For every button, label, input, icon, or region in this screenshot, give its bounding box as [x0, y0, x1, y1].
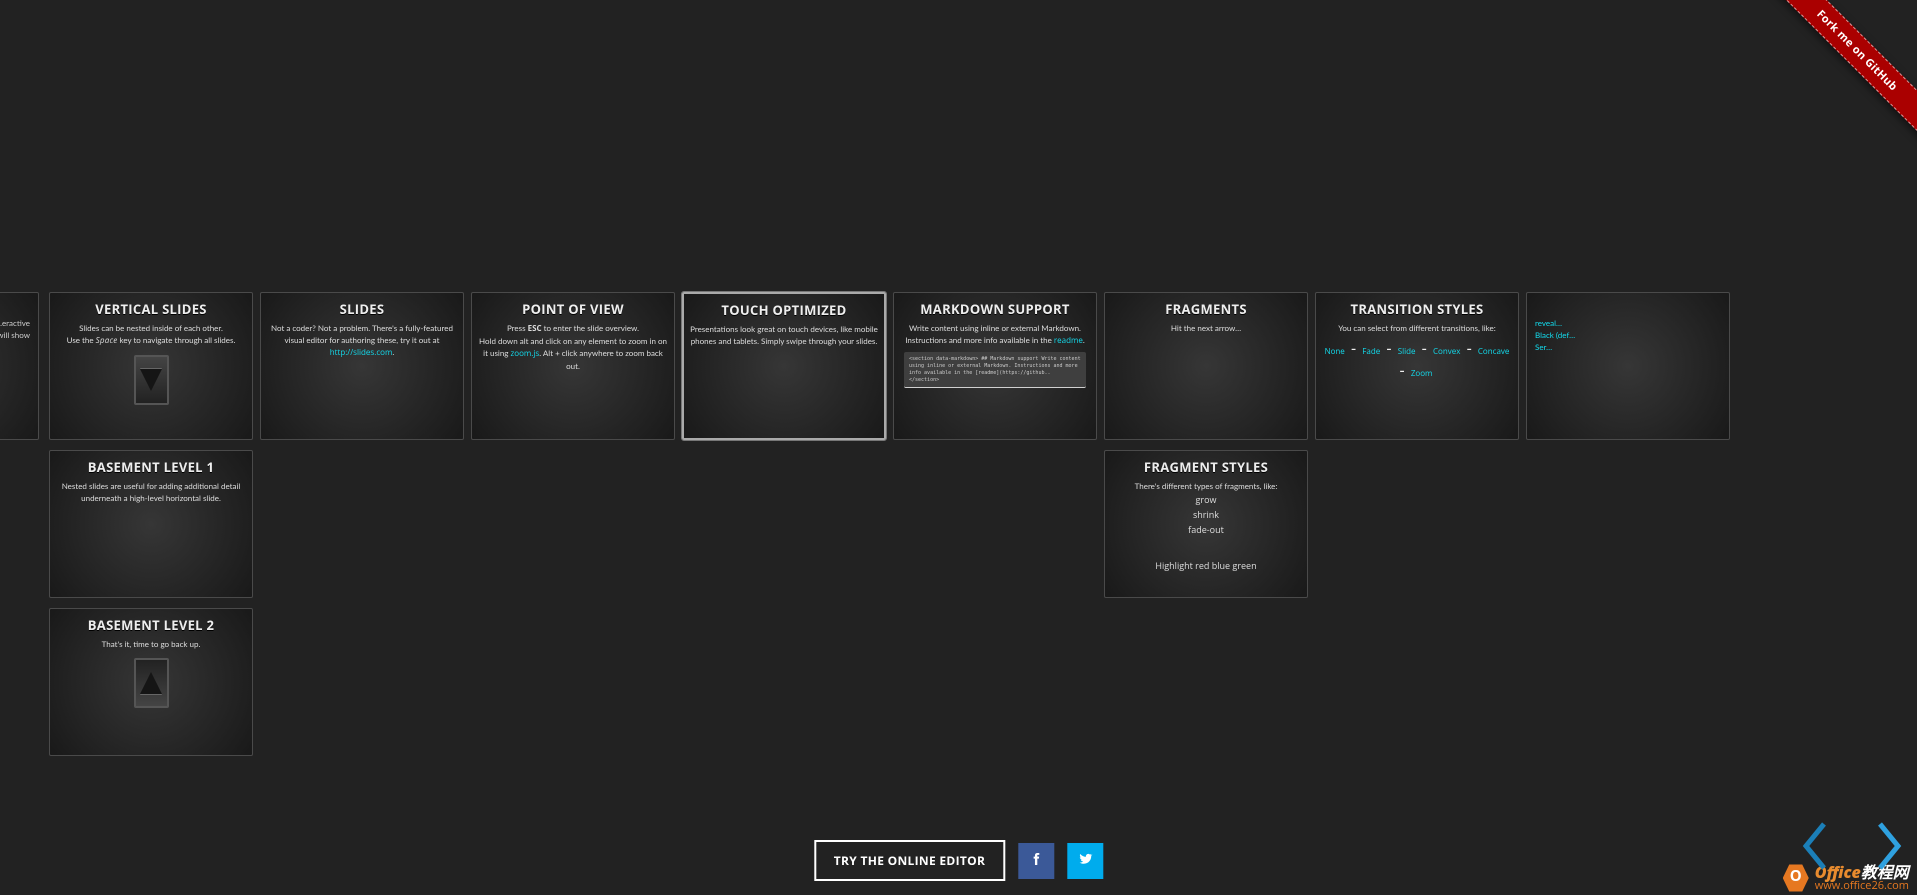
twitter-icon	[1077, 850, 1093, 872]
fragment-item: shrink	[1111, 507, 1301, 522]
slide-text: Nested slides are useful for adding addi…	[56, 480, 246, 504]
fragment-highlight: Highlight red blue green	[1111, 559, 1301, 572]
chevron-left-icon	[1798, 820, 1832, 877]
transition-option-link[interactable]: Concave	[1478, 346, 1510, 357]
nav-left-button[interactable]	[1795, 821, 1835, 875]
slide-text: Not a coder? Not a problem. There's a fu…	[267, 322, 457, 359]
twitter-share-button[interactable]	[1067, 843, 1103, 879]
facebook-share-button[interactable]	[1018, 843, 1054, 879]
slide-text: There's different types of fragments, li…	[1111, 480, 1301, 492]
slide-thumbnail[interactable]: TOUCH OPTIMIZED Presentations look great …	[682, 292, 886, 440]
slide-title: FRAGMENT STYLES	[1111, 458, 1301, 476]
fragment-item: fade-out	[1111, 522, 1301, 537]
slide-thumbnail[interactable]: SLIDES Not a coder? Not a problem. There'…	[260, 292, 464, 440]
watermark-url: www.office26.com	[1815, 880, 1909, 892]
slide-title: POINT OF VIEW	[478, 300, 668, 318]
slide-text: Write content using inline or external M…	[900, 322, 1090, 347]
slide-text: You can select from different transition…	[1322, 322, 1512, 334]
transition-option-link[interactable]: None	[1325, 346, 1345, 357]
slide-text: …will show	[0, 329, 30, 341]
transition-option-link[interactable]: Fade	[1362, 346, 1380, 357]
try-editor-button[interactable]: TRY THE ONLINE EDITOR	[814, 840, 1005, 881]
slide-text: Presentations look great on touch device…	[690, 323, 878, 347]
slide-thumbnail[interactable]: VERTICAL SLIDES Slides can be nested insi…	[49, 292, 253, 440]
slide-thumbnail[interactable]: BASEMENT LEVEL 2 That's it, time to go ba…	[49, 608, 253, 756]
slide-title: MARKDOWN SUPPORT	[900, 300, 1090, 318]
github-ribbon-label: Fork me on GitHub	[1765, 0, 1917, 142]
slide-thumbnail[interactable]: MARKDOWN SUPPORT Write content using inli…	[893, 292, 1097, 440]
nav-right-button[interactable]	[1869, 821, 1909, 875]
slide-text: reveal…	[1535, 317, 1721, 329]
slide-thumbnail[interactable]: …eractive…will show	[0, 292, 39, 440]
github-ribbon[interactable]: Fork me on GitHub	[1757, 0, 1917, 160]
slide-thumbnail[interactable]: FRAGMENTS Hit the next arrow…	[1104, 292, 1308, 440]
fragment-item: grow	[1111, 492, 1301, 507]
chevron-right-icon	[1872, 820, 1906, 877]
slide-title: TRANSITION STYLES	[1322, 300, 1512, 318]
slide-text: That's it, time to go back up.	[56, 638, 246, 650]
arrow-up-icon[interactable]	[134, 658, 169, 708]
facebook-icon	[1028, 850, 1044, 872]
transition-option-link[interactable]: Convex	[1433, 346, 1460, 357]
slide-text: Ser…	[1535, 341, 1721, 353]
slide-text: Hit the next arrow…	[1111, 322, 1301, 334]
code-block: <section data-markdown> ## Markdown supp…	[904, 352, 1086, 388]
slide-title: FRAGMENTS	[1111, 300, 1301, 318]
slide-text: Black (def…	[1535, 329, 1721, 341]
transition-option-link[interactable]: Slide	[1398, 346, 1416, 357]
slide-title: BASEMENT LEVEL 2	[56, 616, 246, 634]
slide-thumbnail[interactable]: reveal…Black (def…Ser…	[1526, 292, 1730, 440]
slide-title: VERTICAL SLIDES	[56, 300, 246, 318]
slide-title: SLIDES	[267, 300, 457, 318]
slide-thumbnail[interactable]: FRAGMENT STYLES There's different types o…	[1104, 450, 1308, 598]
slide-text: Slides can be nested inside of each othe…	[56, 322, 246, 334]
slide-text: …eractive	[0, 317, 30, 329]
transition-option-link[interactable]: Zoom	[1411, 368, 1433, 379]
slide-title: BASEMENT LEVEL 1	[56, 458, 246, 476]
slide-thumbnail[interactable]: TRANSITION STYLES You can select from dif…	[1315, 292, 1519, 440]
slide-text: Hold down alt and click on any element t…	[478, 335, 668, 372]
slide-text: Use the Space key to navigate through al…	[56, 334, 246, 347]
slide-text: Press ESC to enter the slide overview.	[478, 322, 668, 335]
slide-title: TOUCH OPTIMIZED	[690, 301, 878, 319]
slide-thumbnail[interactable]: POINT OF VIEW Press ESC to enter the slid…	[471, 292, 675, 440]
arrow-down-icon[interactable]	[134, 355, 169, 405]
slide-thumbnail[interactable]: BASEMENT LEVEL 1 Nested slides are useful…	[49, 450, 253, 598]
